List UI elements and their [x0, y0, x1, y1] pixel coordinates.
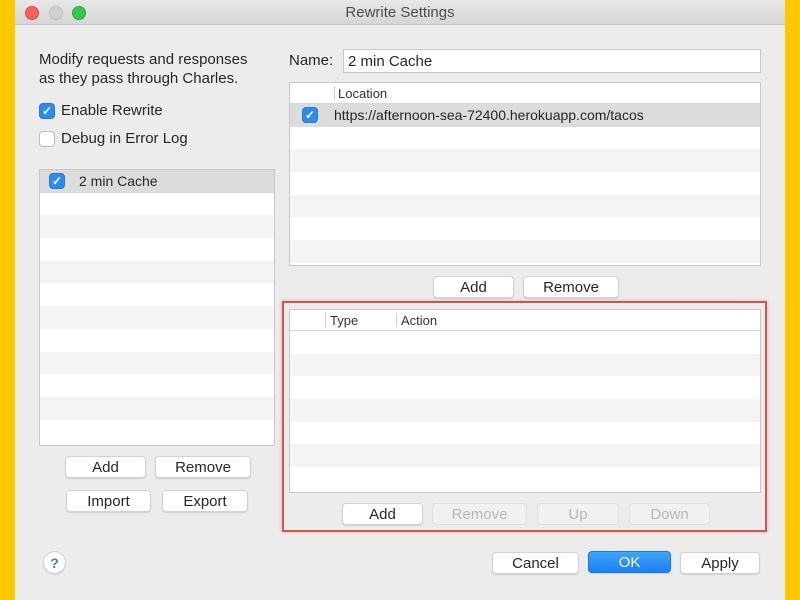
rules-table: Type Action — [289, 309, 761, 493]
cancel-button[interactable]: Cancel — [492, 552, 579, 574]
remove-location-button[interactable]: Remove — [523, 276, 619, 298]
empty-row — [40, 238, 274, 261]
empty-row — [290, 421, 760, 445]
empty-row — [290, 353, 760, 377]
remove-set-button[interactable]: Remove — [155, 456, 251, 478]
rules-table-header: Type Action — [290, 310, 760, 331]
debug-error-log-checkbox[interactable]: Debug in Error Log — [39, 130, 188, 147]
locations-rows: ✓ https://afternoon-sea-72400.herokuapp.… — [290, 104, 760, 263]
empty-row — [40, 260, 274, 284]
location-url: https://afternoon-sea-72400.herokuapp.co… — [334, 107, 644, 124]
empty-row — [40, 215, 274, 239]
description-line-2: as they pass through Charles. — [39, 70, 239, 87]
empty-row — [40, 306, 274, 329]
description-line-1: Modify requests and responses — [39, 51, 248, 68]
rules-rows — [290, 331, 760, 490]
enable-rewrite-label: Enable Rewrite — [61, 102, 163, 119]
type-column-header[interactable]: Type — [326, 313, 396, 328]
action-column-header[interactable]: Action — [397, 313, 437, 328]
empty-row — [290, 194, 760, 218]
apply-button[interactable]: Apply — [680, 552, 760, 574]
rewrite-sets-list: ✓ 2 min Cache — [39, 169, 275, 446]
rewrite-set-item[interactable]: ✓ 2 min Cache — [40, 170, 274, 193]
empty-row — [290, 126, 760, 150]
help-button[interactable]: ? — [43, 551, 66, 574]
add-set-button[interactable]: Add — [65, 456, 146, 478]
empty-row — [40, 351, 274, 375]
location-enabled-checkbox[interactable]: ✓ — [302, 107, 318, 124]
empty-row — [290, 331, 760, 354]
checkmark-icon: ✓ — [39, 102, 55, 119]
empty-row — [40, 283, 274, 307]
move-down-button[interactable]: Down — [629, 503, 710, 525]
empty-row — [40, 419, 274, 443]
rewrite-settings-window: Rewrite Settings Modify requests and res… — [15, 0, 785, 600]
ok-button[interactable]: OK — [588, 551, 671, 573]
location-row[interactable]: ✓ https://afternoon-sea-72400.herokuapp.… — [290, 104, 760, 127]
empty-row — [40, 374, 274, 397]
set-enabled-checkbox[interactable]: ✓ — [49, 173, 65, 190]
empty-row — [290, 240, 760, 263]
locations-table-header: Location — [290, 83, 760, 104]
title-bar: Rewrite Settings — [15, 0, 785, 25]
empty-row — [290, 217, 760, 241]
empty-row — [290, 172, 760, 195]
set-name: 2 min Cache — [79, 173, 158, 190]
import-button[interactable]: Import — [66, 490, 151, 512]
empty-row — [40, 192, 274, 216]
add-rule-button[interactable]: Add — [342, 503, 423, 525]
move-up-button[interactable]: Up — [537, 503, 619, 525]
empty-row — [290, 467, 760, 490]
locations-table: Location ✓ https://afternoon-sea-72400.h… — [289, 82, 761, 266]
debug-error-log-label: Debug in Error Log — [61, 130, 188, 147]
empty-checkbox-icon — [39, 130, 55, 147]
question-mark-icon: ? — [50, 554, 59, 571]
empty-row — [290, 376, 760, 400]
name-label: Name: — [289, 52, 334, 69]
export-button[interactable]: Export — [162, 490, 248, 512]
empty-row — [290, 399, 760, 422]
enable-rewrite-checkbox[interactable]: ✓ Enable Rewrite — [39, 102, 163, 119]
location-column-header[interactable]: Location — [335, 86, 387, 101]
empty-row — [40, 396, 274, 420]
empty-row — [290, 444, 760, 468]
description: Modify requests and responses as they pa… — [39, 50, 247, 88]
empty-row — [290, 149, 760, 173]
remove-rule-button[interactable]: Remove — [432, 503, 527, 525]
empty-row — [40, 328, 274, 352]
add-location-button[interactable]: Add — [433, 276, 514, 298]
name-input[interactable]: 2 min Cache — [343, 49, 761, 73]
window-title: Rewrite Settings — [345, 4, 455, 21]
